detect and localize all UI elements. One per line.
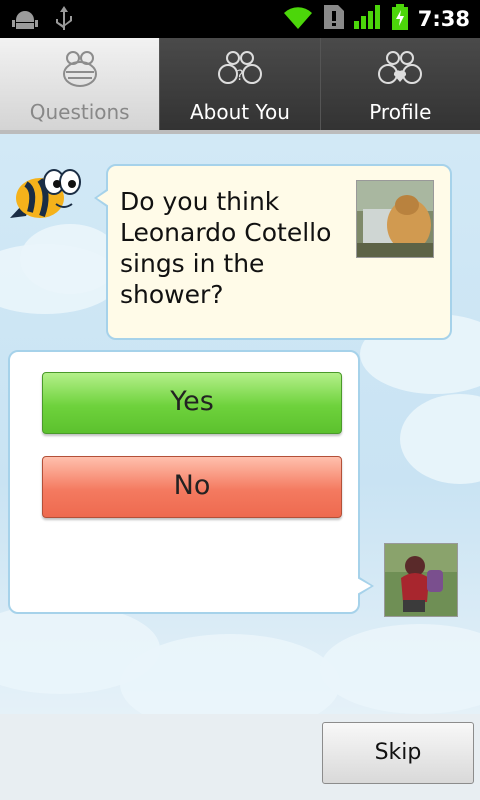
bee-profile-icon — [378, 51, 423, 84]
notification-icons — [12, 6, 74, 36]
svg-text:?: ? — [236, 68, 243, 84]
user-avatar-photo — [384, 543, 458, 617]
question-subject-photo — [356, 180, 434, 258]
tab-questions-label: Questions — [29, 100, 130, 124]
sim-alert-icon — [323, 5, 344, 33]
bee-questions-icon — [62, 51, 97, 87]
tab-questions[interactable]: Questions — [0, 38, 161, 130]
bottom-bar: Skip — [0, 714, 480, 800]
question-text: Do you think Leonardo Cotello sings in t… — [120, 187, 332, 309]
clock: 7:38 — [417, 7, 470, 31]
status-bar: 7:38 — [0, 0, 480, 38]
tab-profile-label: Profile — [369, 100, 432, 124]
android-debug-icon — [12, 6, 38, 36]
answer-bubble: Yes No — [8, 350, 374, 614]
tab-about-you[interactable]: ? About You — [160, 38, 321, 130]
skip-button[interactable]: Skip — [322, 722, 474, 784]
usb-icon — [54, 6, 74, 36]
bee-mascot-icon — [10, 169, 81, 218]
tab-profile[interactable]: Profile — [320, 38, 480, 130]
battery-charging-icon — [391, 4, 408, 34]
tab-bar: Questions ? About You Profile — [0, 38, 480, 130]
no-button[interactable]: No — [42, 456, 342, 518]
tab-about-you-label: About You — [190, 100, 290, 124]
question-bubble: Do you think Leonardo Cotello sings in t… — [94, 164, 452, 340]
wifi-icon — [282, 5, 314, 33]
signal-icon — [353, 5, 382, 33]
bee-about-icon: ? — [217, 51, 262, 84]
yes-button[interactable]: Yes — [42, 372, 342, 434]
